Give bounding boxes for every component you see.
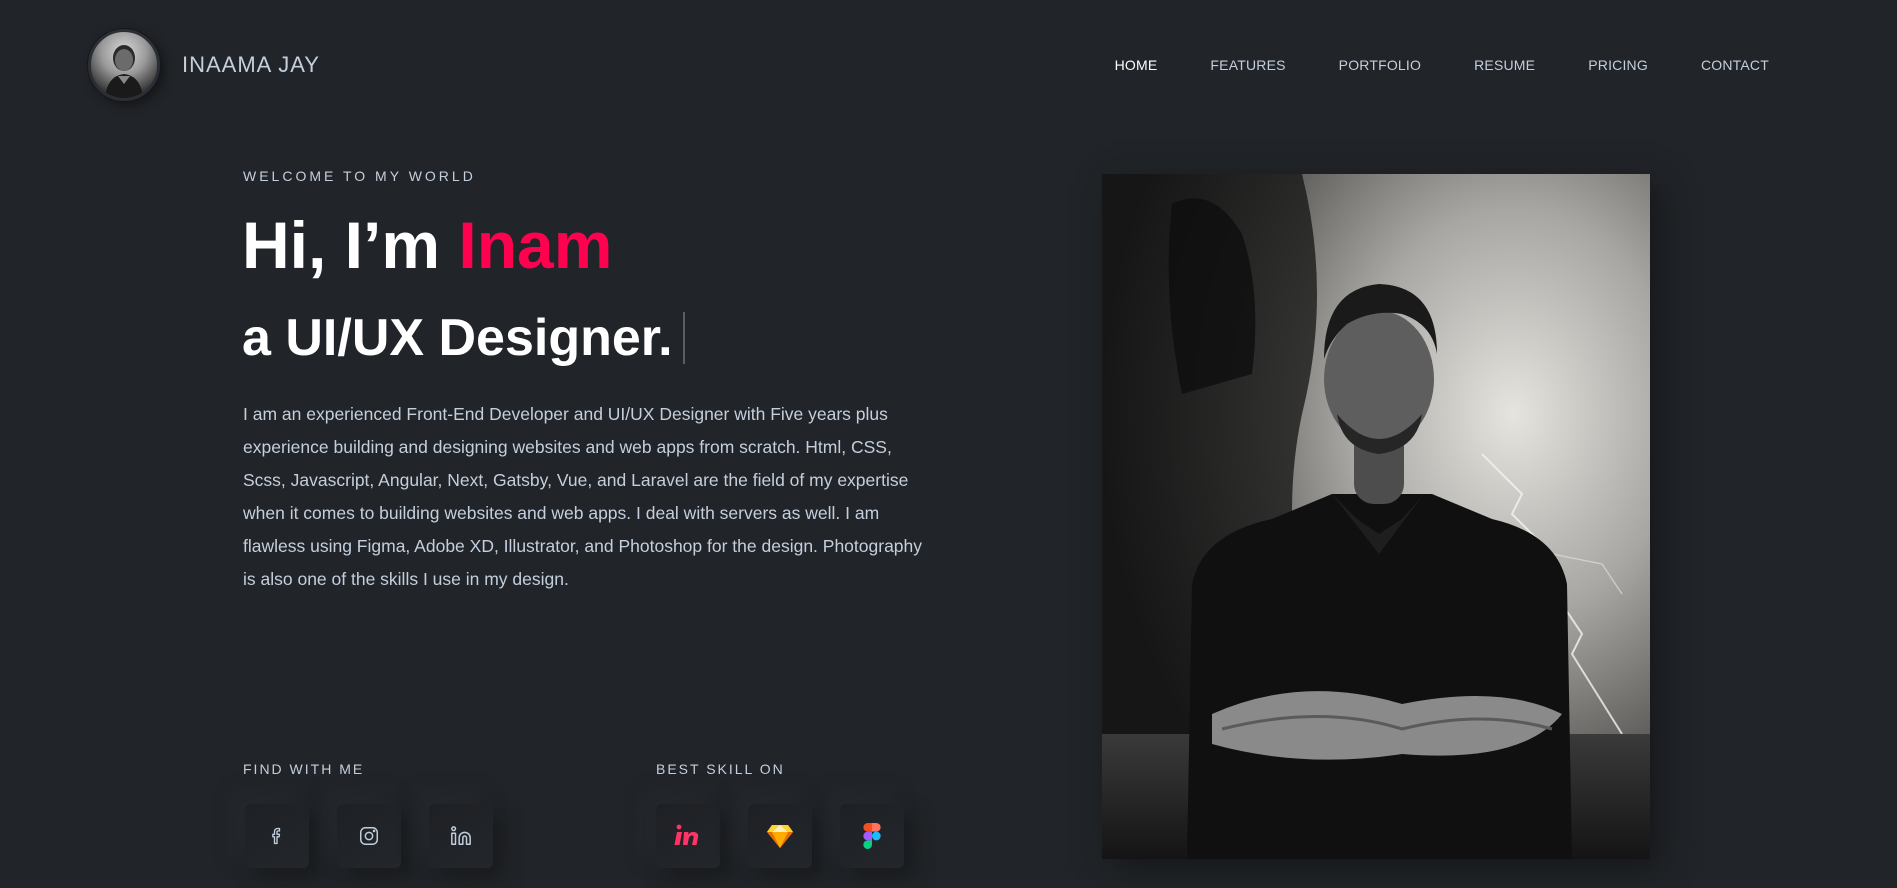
facebook-button[interactable] [245,804,309,868]
hero-greeting: Hi, I’m [242,208,459,282]
invision-button[interactable] [656,804,720,868]
hero-portrait-image [1102,174,1650,859]
sketch-icon [767,825,793,848]
hero-role-text: a UI/UX Designer. [242,309,673,367]
hero-subtitle: a UI/UX Designer. [242,312,685,364]
instagram-button[interactable] [337,804,401,868]
sketch-button[interactable] [748,804,812,868]
social-label: FIND WITH ME [243,761,365,777]
linkedin-icon [451,826,471,845]
portrait-illustration [1102,174,1650,859]
page: INAAMA JAY HOME FEATURES PORTFOLIO RESUM… [0,0,1897,888]
avatar-portrait-image [105,45,143,98]
site-header: INAAMA JAY HOME FEATURES PORTFOLIO RESUM… [0,0,1897,130]
figma-button[interactable] [840,804,904,868]
nav-item-contact[interactable]: CONTACT [1701,57,1769,73]
nav-item-portfolio[interactable]: PORTFOLIO [1339,57,1421,73]
welcome-tagline: WELCOME TO MY WORLD [243,168,476,184]
figma-icon [863,823,881,849]
nav-item-resume[interactable]: RESUME [1474,57,1535,73]
avatar[interactable] [88,29,160,101]
skills-label: BEST SKILL ON [656,761,785,777]
hero-description: I am an experienced Front-End Developer … [243,404,923,589]
nav-item-pricing[interactable]: PRICING [1588,57,1648,73]
nav-item-features[interactable]: FEATURES [1210,57,1285,73]
typing-cursor [682,312,685,364]
facebook-icon [272,827,281,845]
brand-name[interactable]: INAAMA JAY [182,52,320,78]
instagram-icon [360,827,378,845]
nav-item-home[interactable]: HOME [1115,57,1158,73]
hero-name: Inam [458,208,613,282]
main-nav: HOME FEATURES PORTFOLIO RESUME PRICING C… [1062,57,1769,73]
hero-heading: Hi, I’m Inam [242,212,612,278]
invision-icon [674,824,699,845]
linkedin-button[interactable] [429,804,493,868]
